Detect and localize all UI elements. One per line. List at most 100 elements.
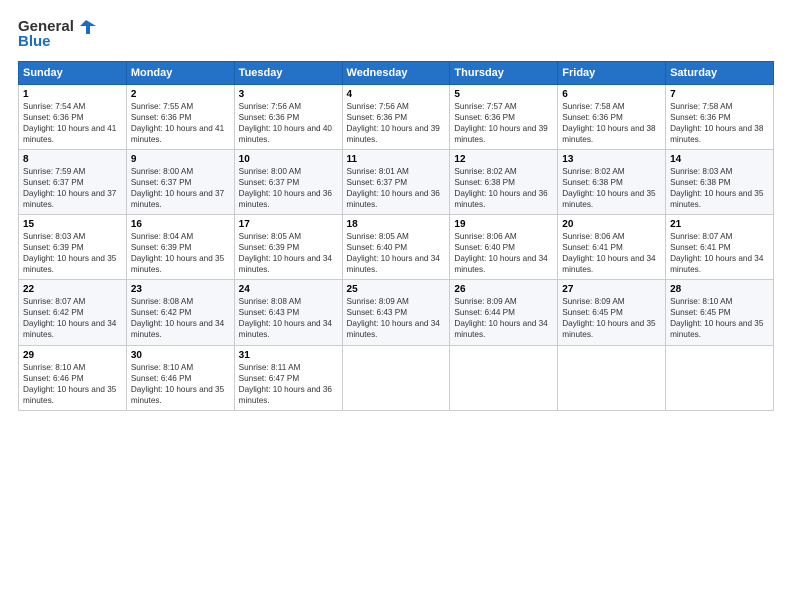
calendar-cell-29: 29 Sunrise: 8:10 AMSunset: 6:46 PMDaylig… <box>19 345 127 410</box>
cell-info: Sunrise: 8:10 AMSunset: 6:45 PMDaylight:… <box>670 297 763 339</box>
calendar-cell-25: 25 Sunrise: 8:09 AMSunset: 6:43 PMDaylig… <box>342 280 450 345</box>
calendar-table: SundayMondayTuesdayWednesdayThursdayFrid… <box>18 61 774 411</box>
day-number: 1 <box>23 89 122 100</box>
cell-info: Sunrise: 8:03 AMSunset: 6:38 PMDaylight:… <box>670 167 763 209</box>
cell-info: Sunrise: 8:08 AMSunset: 6:42 PMDaylight:… <box>131 297 224 339</box>
day-number: 25 <box>347 284 446 295</box>
logo: General Blue <box>18 18 98 51</box>
weekday-header-friday: Friday <box>558 61 666 84</box>
day-number: 6 <box>562 89 661 100</box>
calendar-cell-31: 31 Sunrise: 8:11 AMSunset: 6:47 PMDaylig… <box>234 345 342 410</box>
cell-info: Sunrise: 8:02 AMSunset: 6:38 PMDaylight:… <box>454 167 547 209</box>
day-number: 18 <box>347 219 446 230</box>
logo-blue: Blue <box>18 34 51 51</box>
day-number: 30 <box>131 350 230 361</box>
calendar-cell-27: 27 Sunrise: 8:09 AMSunset: 6:45 PMDaylig… <box>558 280 666 345</box>
calendar-cell-11: 11 Sunrise: 8:01 AMSunset: 6:37 PMDaylig… <box>342 149 450 214</box>
calendar-cell-17: 17 Sunrise: 8:05 AMSunset: 6:39 PMDaylig… <box>234 215 342 280</box>
empty-cell <box>342 345 450 410</box>
day-number: 23 <box>131 284 230 295</box>
calendar-cell-16: 16 Sunrise: 8:04 AMSunset: 6:39 PMDaylig… <box>126 215 234 280</box>
cell-info: Sunrise: 8:02 AMSunset: 6:38 PMDaylight:… <box>562 167 655 209</box>
calendar-cell-1: 1 Sunrise: 7:54 AMSunset: 6:36 PMDayligh… <box>19 84 127 149</box>
calendar-cell-2: 2 Sunrise: 7:55 AMSunset: 6:36 PMDayligh… <box>126 84 234 149</box>
empty-cell <box>666 345 774 410</box>
calendar-cell-20: 20 Sunrise: 8:06 AMSunset: 6:41 PMDaylig… <box>558 215 666 280</box>
calendar-cell-26: 26 Sunrise: 8:09 AMSunset: 6:44 PMDaylig… <box>450 280 558 345</box>
weekday-header-row: SundayMondayTuesdayWednesdayThursdayFrid… <box>19 61 774 84</box>
cell-info: Sunrise: 8:11 AMSunset: 6:47 PMDaylight:… <box>239 363 332 405</box>
weekday-header-sunday: Sunday <box>19 61 127 84</box>
day-number: 24 <box>239 284 338 295</box>
cell-info: Sunrise: 8:06 AMSunset: 6:40 PMDaylight:… <box>454 232 547 274</box>
calendar-week-3: 15 Sunrise: 8:03 AMSunset: 6:39 PMDaylig… <box>19 215 774 280</box>
calendar-cell-24: 24 Sunrise: 8:08 AMSunset: 6:43 PMDaylig… <box>234 280 342 345</box>
day-number: 28 <box>670 284 769 295</box>
calendar-cell-9: 9 Sunrise: 8:00 AMSunset: 6:37 PMDayligh… <box>126 149 234 214</box>
calendar-week-5: 29 Sunrise: 8:10 AMSunset: 6:46 PMDaylig… <box>19 345 774 410</box>
cell-info: Sunrise: 8:05 AMSunset: 6:40 PMDaylight:… <box>347 232 440 274</box>
day-number: 8 <box>23 154 122 165</box>
day-number: 14 <box>670 154 769 165</box>
calendar-week-4: 22 Sunrise: 8:07 AMSunset: 6:42 PMDaylig… <box>19 280 774 345</box>
day-number: 17 <box>239 219 338 230</box>
day-number: 12 <box>454 154 553 165</box>
cell-info: Sunrise: 8:00 AMSunset: 6:37 PMDaylight:… <box>239 167 332 209</box>
calendar-cell-13: 13 Sunrise: 8:02 AMSunset: 6:38 PMDaylig… <box>558 149 666 214</box>
cell-info: Sunrise: 8:07 AMSunset: 6:41 PMDaylight:… <box>670 232 763 274</box>
day-number: 10 <box>239 154 338 165</box>
day-number: 4 <box>347 89 446 100</box>
calendar-cell-19: 19 Sunrise: 8:06 AMSunset: 6:40 PMDaylig… <box>450 215 558 280</box>
cell-info: Sunrise: 8:08 AMSunset: 6:43 PMDaylight:… <box>239 297 332 339</box>
calendar-cell-5: 5 Sunrise: 7:57 AMSunset: 6:36 PMDayligh… <box>450 84 558 149</box>
calendar-cell-21: 21 Sunrise: 8:07 AMSunset: 6:41 PMDaylig… <box>666 215 774 280</box>
weekday-header-saturday: Saturday <box>666 61 774 84</box>
cell-info: Sunrise: 7:56 AMSunset: 6:36 PMDaylight:… <box>347 102 440 144</box>
cell-info: Sunrise: 8:01 AMSunset: 6:37 PMDaylight:… <box>347 167 440 209</box>
cell-info: Sunrise: 8:09 AMSunset: 6:43 PMDaylight:… <box>347 297 440 339</box>
cell-info: Sunrise: 7:58 AMSunset: 6:36 PMDaylight:… <box>670 102 763 144</box>
day-number: 15 <box>23 219 122 230</box>
day-number: 29 <box>23 350 122 361</box>
weekday-header-tuesday: Tuesday <box>234 61 342 84</box>
calendar-cell-10: 10 Sunrise: 8:00 AMSunset: 6:37 PMDaylig… <box>234 149 342 214</box>
calendar-cell-4: 4 Sunrise: 7:56 AMSunset: 6:36 PMDayligh… <box>342 84 450 149</box>
cell-info: Sunrise: 8:00 AMSunset: 6:37 PMDaylight:… <box>131 167 224 209</box>
weekday-header-monday: Monday <box>126 61 234 84</box>
cell-info: Sunrise: 7:54 AMSunset: 6:36 PMDaylight:… <box>23 102 116 144</box>
day-number: 21 <box>670 219 769 230</box>
calendar-cell-28: 28 Sunrise: 8:10 AMSunset: 6:45 PMDaylig… <box>666 280 774 345</box>
cell-info: Sunrise: 8:09 AMSunset: 6:45 PMDaylight:… <box>562 297 655 339</box>
day-number: 16 <box>131 219 230 230</box>
cell-info: Sunrise: 7:55 AMSunset: 6:36 PMDaylight:… <box>131 102 224 144</box>
calendar-cell-18: 18 Sunrise: 8:05 AMSunset: 6:40 PMDaylig… <box>342 215 450 280</box>
day-number: 31 <box>239 350 338 361</box>
calendar-cell-15: 15 Sunrise: 8:03 AMSunset: 6:39 PMDaylig… <box>19 215 127 280</box>
cell-info: Sunrise: 8:07 AMSunset: 6:42 PMDaylight:… <box>23 297 116 339</box>
calendar-cell-14: 14 Sunrise: 8:03 AMSunset: 6:38 PMDaylig… <box>666 149 774 214</box>
cell-info: Sunrise: 8:05 AMSunset: 6:39 PMDaylight:… <box>239 232 332 274</box>
day-number: 11 <box>347 154 446 165</box>
calendar-week-2: 8 Sunrise: 7:59 AMSunset: 6:37 PMDayligh… <box>19 149 774 214</box>
cell-info: Sunrise: 8:03 AMSunset: 6:39 PMDaylight:… <box>23 232 116 274</box>
calendar-cell-7: 7 Sunrise: 7:58 AMSunset: 6:36 PMDayligh… <box>666 84 774 149</box>
calendar-cell-23: 23 Sunrise: 8:08 AMSunset: 6:42 PMDaylig… <box>126 280 234 345</box>
day-number: 13 <box>562 154 661 165</box>
empty-cell <box>450 345 558 410</box>
empty-cell <box>558 345 666 410</box>
calendar-week-1: 1 Sunrise: 7:54 AMSunset: 6:36 PMDayligh… <box>19 84 774 149</box>
calendar-cell-22: 22 Sunrise: 8:07 AMSunset: 6:42 PMDaylig… <box>19 280 127 345</box>
weekday-header-thursday: Thursday <box>450 61 558 84</box>
day-number: 7 <box>670 89 769 100</box>
cell-info: Sunrise: 7:58 AMSunset: 6:36 PMDaylight:… <box>562 102 655 144</box>
weekday-header-wednesday: Wednesday <box>342 61 450 84</box>
calendar-cell-8: 8 Sunrise: 7:59 AMSunset: 6:37 PMDayligh… <box>19 149 127 214</box>
day-number: 27 <box>562 284 661 295</box>
cell-info: Sunrise: 8:09 AMSunset: 6:44 PMDaylight:… <box>454 297 547 339</box>
day-number: 2 <box>131 89 230 100</box>
calendar-cell-6: 6 Sunrise: 7:58 AMSunset: 6:36 PMDayligh… <box>558 84 666 149</box>
logo-bird-icon <box>76 18 98 36</box>
cell-info: Sunrise: 8:10 AMSunset: 6:46 PMDaylight:… <box>23 363 116 405</box>
day-number: 22 <box>23 284 122 295</box>
page-header: General Blue <box>18 18 774 51</box>
